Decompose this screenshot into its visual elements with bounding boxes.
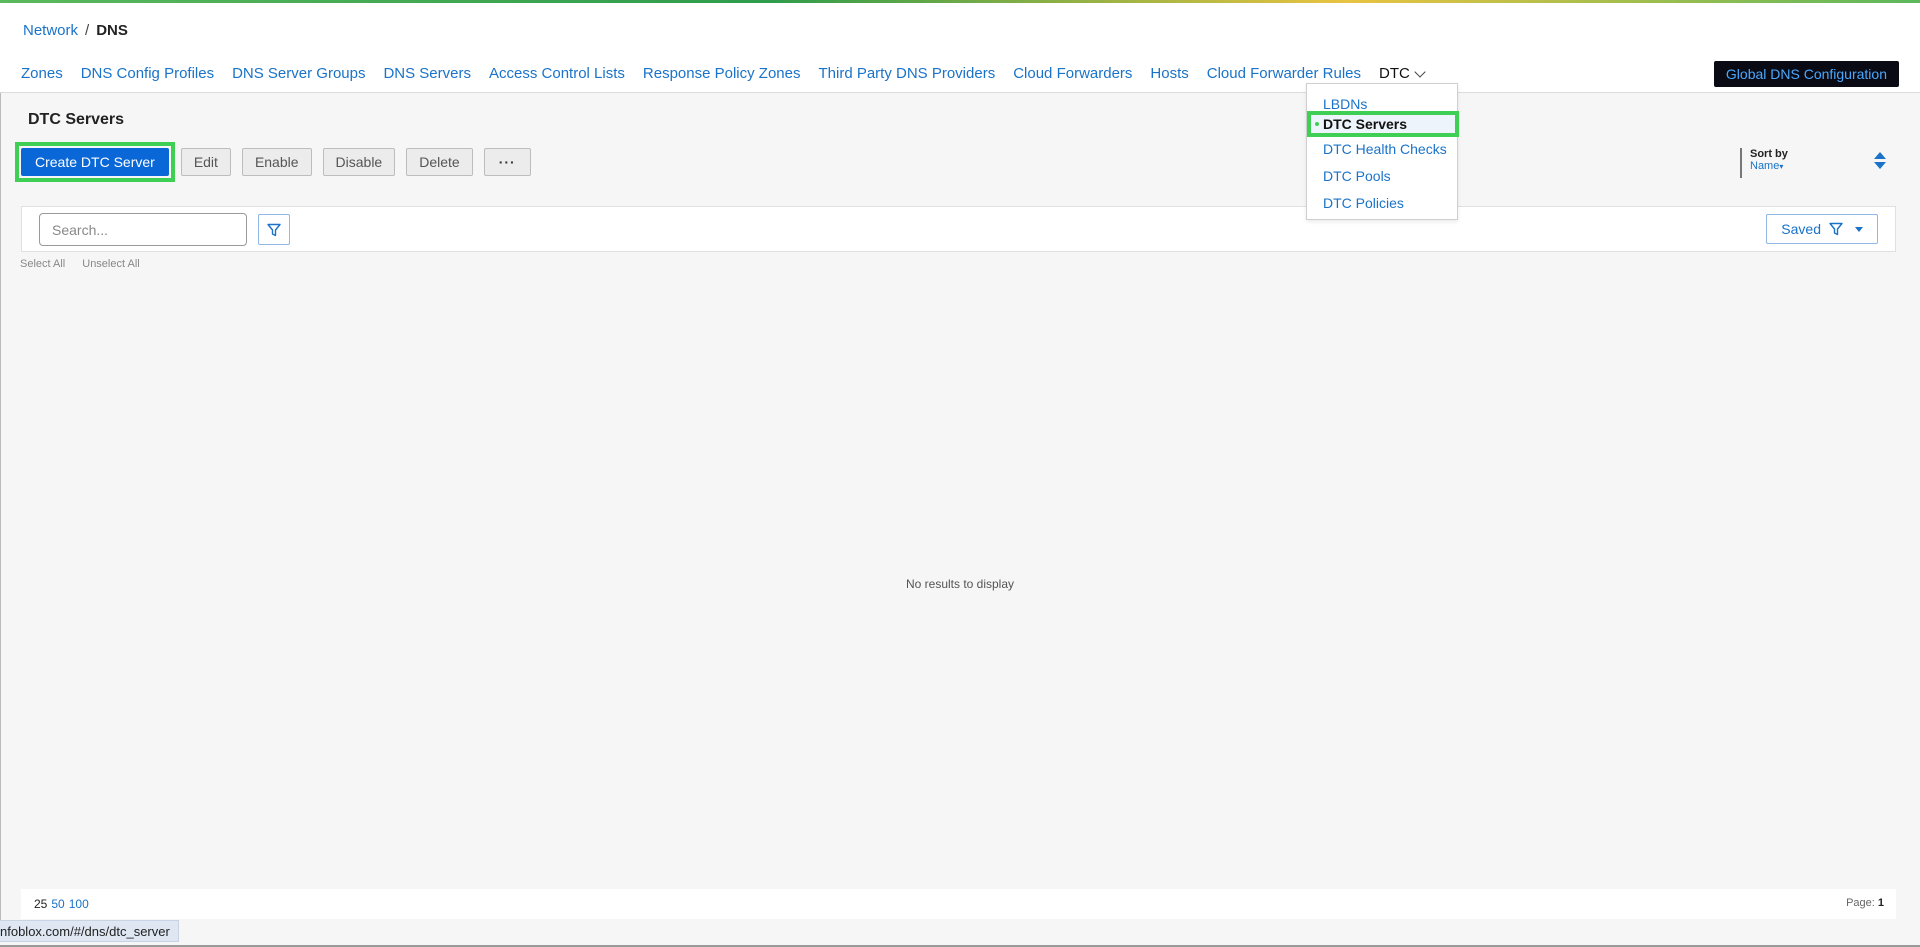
caret-down-icon: ▾ [1779, 162, 1784, 171]
dtc-menu-item-dtc-pools[interactable]: DTC Pools [1323, 168, 1391, 184]
breadcrumb-network-link[interactable]: Network [23, 22, 78, 39]
search-input[interactable] [39, 213, 247, 246]
enable-button[interactable]: Enable [241, 148, 312, 176]
global-dns-configuration-button[interactable]: Global DNS Configuration [1713, 61, 1899, 87]
sort-ascending-icon [1874, 152, 1886, 159]
disable-button[interactable]: Disable [322, 148, 396, 176]
tab-dns-servers[interactable]: DNS Servers [383, 65, 471, 82]
tab-response-policy-zones[interactable]: Response Policy Zones [643, 65, 801, 82]
search-bar: Saved [21, 206, 1896, 252]
delete-button[interactable]: Delete [406, 148, 473, 176]
tab-third-party-dns-providers[interactable]: Third Party DNS Providers [818, 65, 995, 82]
sort-by-select[interactable]: Name▾ [1750, 160, 1788, 172]
create-dtc-server-button[interactable]: Create DTC Server [21, 148, 169, 176]
tab-cloud-forwarder-rules[interactable]: Cloud Forwarder Rules [1207, 65, 1361, 82]
edit-button[interactable]: Edit [180, 148, 231, 176]
action-toolbar: Create DTC Server Edit Enable Disable De… [15, 142, 542, 182]
dns-nav-tabs: Zones DNS Config Profiles DNS Server Gro… [21, 65, 1426, 82]
page-size-50[interactable]: 50 [51, 897, 64, 911]
breadcrumb: Network / DNS [23, 22, 128, 39]
page-indicator: Page: 1 [1846, 897, 1884, 909]
sort-descending-icon [1874, 162, 1886, 169]
selection-links: Select All Unselect All [20, 258, 140, 270]
create-button-highlight: Create DTC Server [15, 142, 175, 182]
more-actions-button[interactable]: ··· [483, 148, 531, 176]
selected-bullet-icon [1315, 122, 1319, 126]
tab-cloud-forwarders[interactable]: Cloud Forwarders [1013, 65, 1132, 82]
page-label: Page: [1846, 897, 1875, 909]
page-size-options: 25 50 100 [34, 897, 89, 911]
tab-dtc-label: DTC [1379, 65, 1410, 82]
dtc-menu-item-dtc-policies[interactable]: DTC Policies [1323, 195, 1404, 211]
page-header: Network / DNS Zones DNS Config Profiles … [0, 3, 1920, 93]
caret-down-icon [1855, 226, 1863, 232]
tab-zones[interactable]: Zones [21, 65, 63, 82]
sort-by-control: Sort by Name▾ [1740, 148, 1788, 178]
saved-filters-label: Saved [1781, 221, 1821, 237]
saved-filters-button[interactable]: Saved [1766, 214, 1878, 244]
dtc-menu-item-dtc-health-checks[interactable]: DTC Health Checks [1323, 141, 1447, 157]
tab-dns-server-groups[interactable]: DNS Server Groups [232, 65, 365, 82]
tab-hosts[interactable]: Hosts [1150, 65, 1188, 82]
filter-icon [1829, 222, 1843, 236]
dtc-dropdown-menu: LBDNs DTC Servers DTC Health Checks DTC … [1306, 83, 1459, 220]
chevron-down-icon [1414, 65, 1426, 78]
tab-dns-config-profiles[interactable]: DNS Config Profiles [81, 65, 214, 82]
dtc-menu-item-dtc-servers[interactable]: DTC Servers [1307, 111, 1459, 137]
pagination-bar: 25 50 100 Page: 1 [21, 889, 1896, 919]
empty-results-message: No results to display [905, 577, 1015, 591]
sort-by-label: Sort by [1750, 148, 1788, 160]
tab-access-control-lists[interactable]: Access Control Lists [489, 65, 625, 82]
filter-button[interactable] [258, 214, 290, 245]
page-number: 1 [1877, 897, 1884, 909]
left-border [0, 93, 1, 923]
unselect-all-link[interactable]: Unselect All [82, 258, 139, 270]
filter-icon [267, 223, 281, 236]
sort-by-value: Name [1750, 160, 1780, 172]
dtc-menu-item-lbdns[interactable]: LBDNs [1323, 96, 1367, 112]
breadcrumb-separator: / [85, 22, 90, 39]
dtc-menu-item-label: DTC Servers [1323, 116, 1408, 132]
select-all-link[interactable]: Select All [20, 258, 65, 270]
page-size-100[interactable]: 100 [69, 897, 89, 911]
page-title: DTC Servers [28, 111, 125, 128]
tab-dtc[interactable]: DTC [1379, 65, 1426, 82]
page-size-25[interactable]: 25 [34, 897, 47, 911]
sort-direction-toggle[interactable] [1874, 152, 1888, 178]
breadcrumb-current: DNS [96, 22, 128, 39]
status-url-tooltip: nfoblox.com/#/dns/dtc_server [0, 920, 179, 942]
